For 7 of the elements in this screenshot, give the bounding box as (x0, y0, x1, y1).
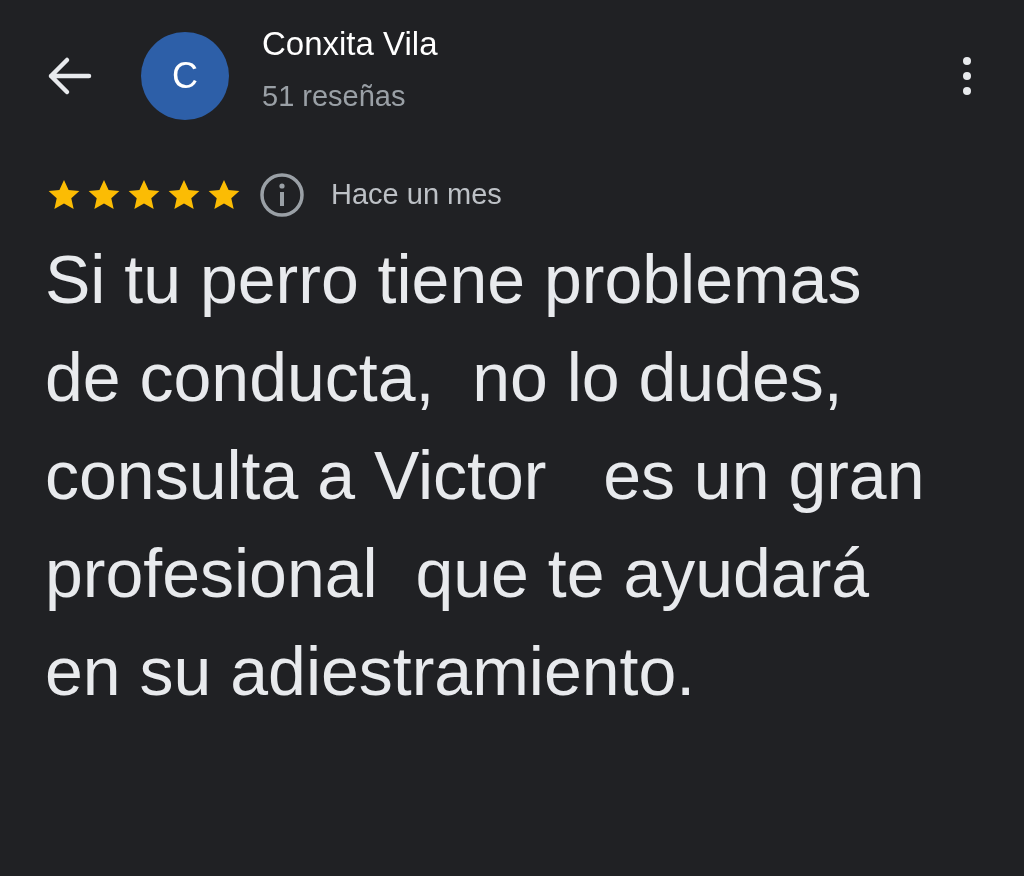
info-icon[interactable] (259, 172, 305, 218)
review-count: 51 reseñas (262, 79, 407, 114)
review-text: Si tu perro tiene problemas de conducta, no lo dudes, consulta a Victor es un gran profesional que te ayudará en su adiestramiento. (45, 240, 926, 711)
review-time: Hace un mes (331, 177, 502, 213)
reviewer-name[interactable]: Conxita Vila (262, 22, 438, 66)
avatar[interactable]: C (141, 32, 229, 120)
more-options-icon (962, 56, 972, 96)
